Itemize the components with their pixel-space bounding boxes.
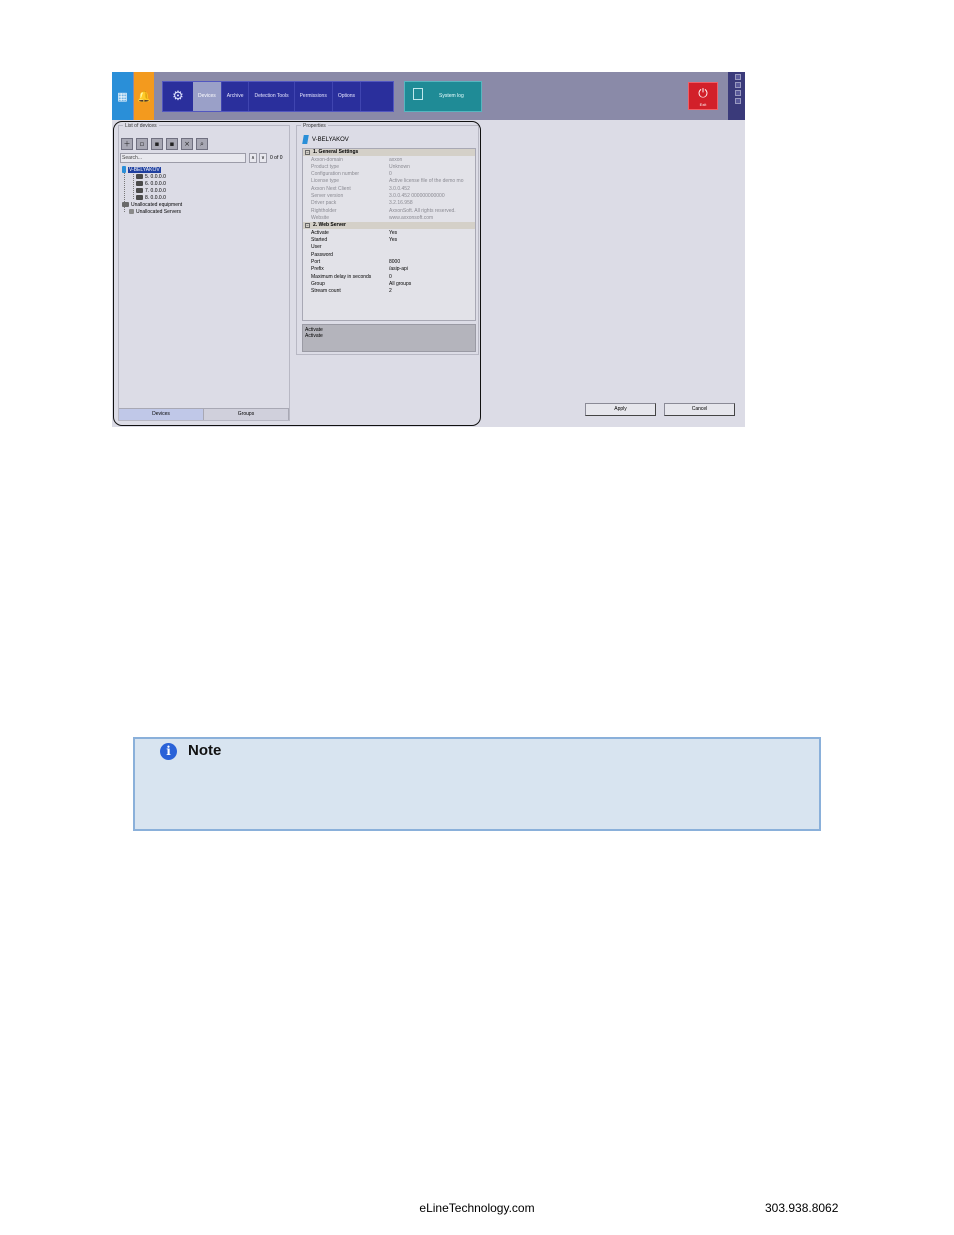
- tab-options[interactable]: Options: [333, 82, 362, 111]
- highlight-outline: [113, 121, 481, 426]
- top-bar: ▦ 🔔 ⚙ Devices Archive Detection Tools Pe…: [112, 72, 745, 120]
- apply-button[interactable]: Apply: [585, 403, 656, 416]
- menu-tabs: Devices Archive Detection Tools Permissi…: [193, 82, 393, 111]
- settings-menu: ⚙ Devices Archive Detection Tools Permis…: [162, 81, 394, 112]
- log-icon: [413, 88, 423, 100]
- layouts-tile[interactable]: ▦: [112, 72, 133, 120]
- info-icon: i: [160, 743, 177, 760]
- footer-phone: 303.938.8062: [765, 1201, 839, 1215]
- note-box: i Note: [133, 737, 821, 831]
- cancel-button[interactable]: Cancel: [664, 403, 735, 416]
- alerts-tile[interactable]: 🔔: [134, 72, 154, 120]
- system-log-button[interactable]: System log: [404, 81, 482, 112]
- window-controls: [728, 72, 745, 120]
- bell-icon: 🔔: [137, 90, 151, 103]
- minimize-icon[interactable]: [735, 74, 741, 80]
- tab-permissions[interactable]: Permissions: [295, 82, 333, 111]
- gears-icon: ⚙: [172, 89, 184, 104]
- power-icon: ⏻: [698, 86, 708, 100]
- tab-devices[interactable]: Devices: [193, 82, 222, 111]
- maximize-icon[interactable]: [735, 90, 741, 96]
- grid-icon: ▦: [117, 90, 128, 103]
- tab-archive[interactable]: Archive: [222, 82, 250, 111]
- exit-label: Exit: [699, 102, 707, 107]
- app-screenshot: ▦ 🔔 ⚙ Devices Archive Detection Tools Pe…: [112, 72, 745, 427]
- restore-icon[interactable]: [735, 82, 741, 88]
- note-title: Note: [188, 742, 222, 759]
- exit-button[interactable]: ⏻ Exit: [688, 82, 718, 110]
- tab-detection-tools[interactable]: Detection Tools: [249, 82, 295, 111]
- close-icon[interactable]: [735, 98, 741, 104]
- system-log-label: System log: [439, 93, 464, 99]
